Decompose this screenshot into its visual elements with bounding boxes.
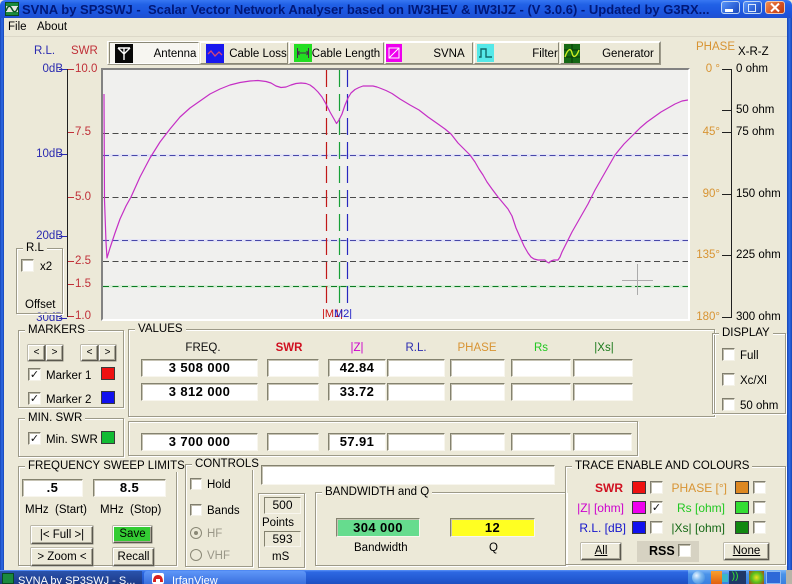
svg-text:M2|: M2| [334,308,352,319]
